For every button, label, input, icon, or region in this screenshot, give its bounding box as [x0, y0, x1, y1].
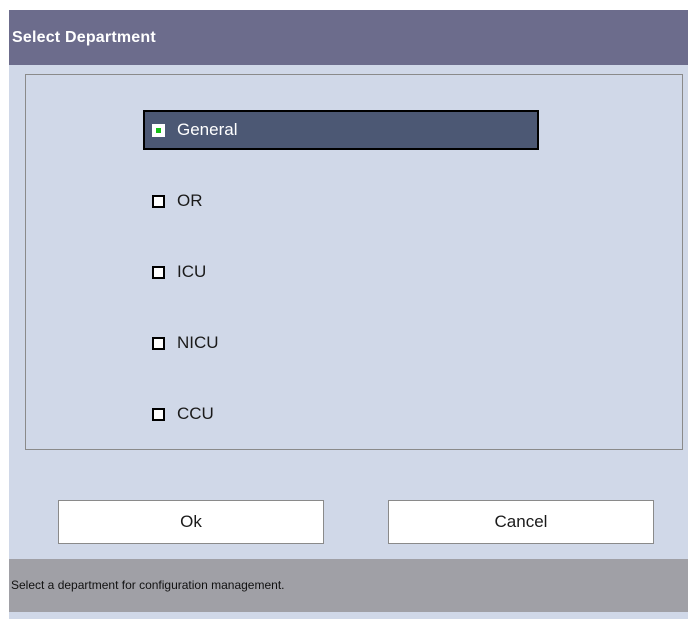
status-message: Select a department for configuration ma… — [9, 559, 688, 612]
cancel-button[interactable]: Cancel — [388, 500, 654, 544]
option-label: OR — [177, 191, 203, 210]
option-or[interactable]: OR — [143, 181, 539, 221]
checkbox-unchecked-icon — [152, 265, 165, 279]
checkbox-unchecked-icon — [152, 407, 165, 421]
checkbox-unchecked-icon — [152, 336, 165, 350]
checkbox-checked-icon — [152, 123, 165, 137]
option-ccu[interactable]: CCU — [143, 394, 539, 434]
check-indicator-icon — [156, 127, 161, 133]
select-department-dialog: Select Department General OR ICU NICU CC… — [9, 10, 688, 619]
option-label: NICU — [177, 333, 219, 352]
department-options-panel: General OR ICU NICU CCU — [25, 74, 683, 450]
option-label: ICU — [177, 262, 207, 281]
ok-button[interactable]: Ok — [58, 500, 324, 544]
checkbox-unchecked-icon — [152, 194, 165, 208]
option-nicu[interactable]: NICU — [143, 323, 539, 363]
option-icu[interactable]: ICU — [143, 252, 539, 292]
option-label: CCU — [177, 404, 214, 423]
dialog-title: Select Department — [9, 10, 688, 65]
option-general[interactable]: General — [143, 110, 539, 150]
option-label: General — [177, 120, 238, 139]
